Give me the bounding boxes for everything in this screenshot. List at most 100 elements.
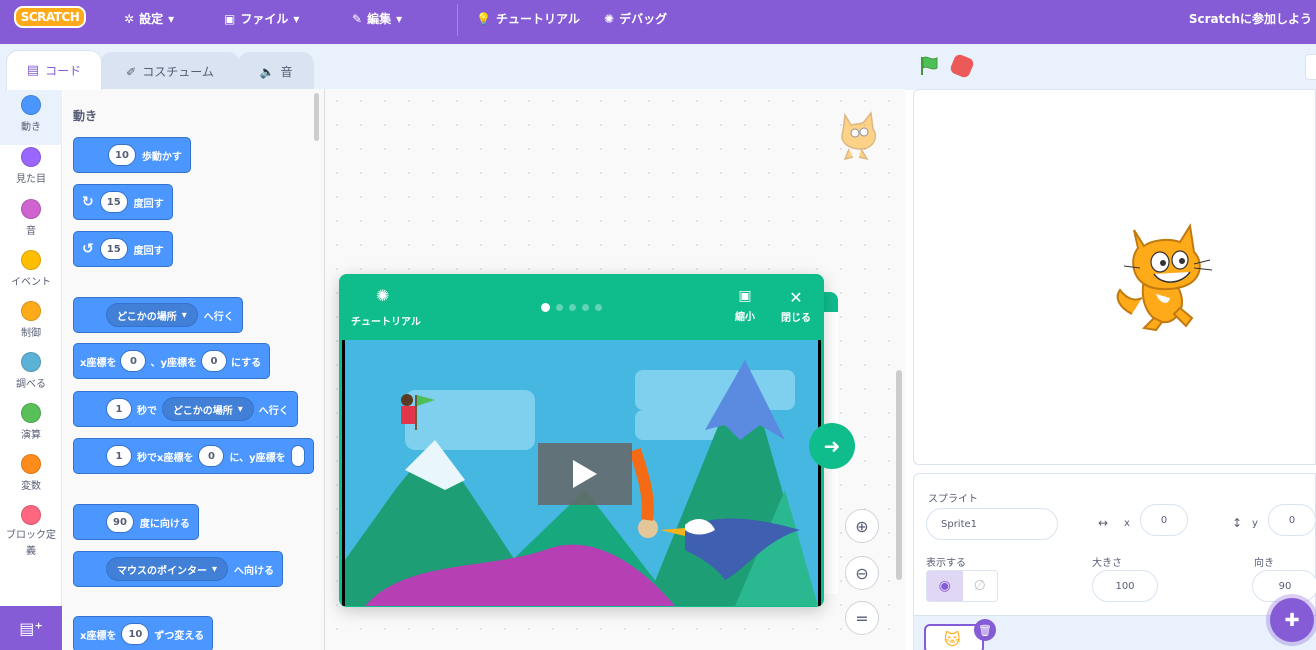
sound-category-dot bbox=[21, 199, 41, 219]
chevron-down-icon: ▾ bbox=[212, 563, 218, 575]
dropdown-value: どこかの場所 bbox=[117, 311, 177, 323]
category-label: 調べる bbox=[16, 379, 46, 390]
block-input[interactable]: 0 bbox=[198, 445, 225, 467]
file-menu[interactable]: ▣ ファイル ▾ bbox=[224, 10, 299, 27]
block-input[interactable]: 0 bbox=[200, 350, 227, 372]
block-input[interactable]: 0 bbox=[120, 350, 147, 372]
join-scratch-link[interactable]: Scratchに参加しよう bbox=[1189, 10, 1312, 27]
block-dropdown[interactable]: マウスのポインター ▾ bbox=[106, 557, 229, 581]
scratch-logo[interactable]: SCRATCH bbox=[14, 6, 86, 28]
menu-bar: SCRATCH ✲ 設定 ▾ ▣ ファイル ▾ ✎ 編集 ▾ 💡 チュートリアル… bbox=[0, 0, 1316, 44]
block-point-towards[interactable]: マウスのポインター ▾ へ向ける bbox=[73, 551, 284, 587]
block-input[interactable]: 15 bbox=[99, 191, 128, 213]
block-text: 歩動かす bbox=[141, 151, 182, 163]
tutorial-label[interactable]: チュートリアル bbox=[351, 313, 421, 328]
category-label: ブロック定義 bbox=[6, 530, 56, 557]
eye-icon: ◉ bbox=[938, 578, 951, 594]
block-input[interactable]: 10 bbox=[121, 623, 150, 645]
close-label: 閉じる bbox=[781, 313, 811, 324]
workspace-scrollbar[interactable] bbox=[896, 370, 902, 580]
choose-sprite-button[interactable]: ✚ bbox=[1270, 598, 1314, 642]
zoom-out-button[interactable]: ⊖ bbox=[845, 556, 879, 590]
category-my-blocks[interactable]: ブロック定義 bbox=[0, 505, 62, 560]
tab-sounds[interactable]: 🔈 音 bbox=[238, 52, 314, 90]
events-category-dot bbox=[21, 250, 41, 270]
block-move-steps[interactable]: 10 歩動かす bbox=[73, 137, 191, 173]
category-control[interactable]: 制御 bbox=[0, 301, 62, 339]
debug-menu[interactable]: ✺ デバッグ bbox=[604, 10, 667, 27]
edit-menu[interactable]: ✎ 編集 ▾ bbox=[352, 10, 402, 27]
step-dot[interactable] bbox=[541, 303, 550, 312]
zoom-in-button[interactable]: ⊕ bbox=[845, 509, 879, 543]
block-point-in-direction[interactable]: 90 度に向ける bbox=[73, 504, 199, 540]
x-input[interactable]: 0 bbox=[1140, 504, 1188, 536]
zoom-in-icon: ⊕ bbox=[855, 516, 869, 536]
block-input[interactable]: 10 bbox=[108, 144, 136, 166]
category-looks[interactable]: 見た目 bbox=[0, 147, 62, 185]
cat-plus-icon: ✚ bbox=[1284, 609, 1300, 631]
delete-sprite-button[interactable]: 🗑 bbox=[974, 619, 996, 641]
bug-icon: ✺ bbox=[604, 11, 615, 26]
show-sprite-button[interactable]: ◉ bbox=[927, 571, 963, 601]
shrink-button[interactable]: ▣ 縮小 bbox=[735, 288, 755, 323]
add-extension-button[interactable]: ▤⁺ bbox=[0, 606, 62, 650]
category-label: 変数 bbox=[21, 481, 41, 492]
category-operators[interactable]: 演算 bbox=[0, 403, 62, 441]
block-input[interactable]: 1 bbox=[106, 445, 132, 467]
stage-size-button[interactable] bbox=[1305, 54, 1316, 80]
category-sensing[interactable]: 調べる bbox=[0, 352, 62, 390]
block-turn-right[interactable]: ↻ 15 度回す bbox=[73, 184, 173, 220]
stage-canvas[interactable] bbox=[913, 89, 1316, 465]
sprite-list: 🐱 🗑 ✚ bbox=[913, 598, 1316, 650]
category-events[interactable]: イベント bbox=[0, 250, 62, 288]
step-dot[interactable] bbox=[582, 304, 589, 311]
block-text: ずつ変える bbox=[154, 630, 205, 642]
close-button[interactable]: ✕ 閉じる bbox=[781, 288, 811, 324]
green-flag-icon[interactable] bbox=[919, 55, 941, 77]
block-input[interactable]: 90 bbox=[106, 511, 134, 533]
block-dropdown[interactable]: どこかの場所 ▾ bbox=[106, 303, 198, 327]
tab-costumes[interactable]: ✐ コスチューム bbox=[100, 52, 240, 90]
size-label: 大きさ bbox=[1092, 558, 1122, 569]
block-glide-to-xy[interactable]: 1 秒でx座標を 0 に、y座標を bbox=[73, 438, 314, 474]
tutorials-menu[interactable]: 💡 チュートリアル bbox=[476, 10, 580, 27]
step-dot[interactable] bbox=[569, 304, 576, 311]
tutorial-next-button[interactable]: ➜ bbox=[809, 423, 855, 469]
block-turn-left[interactable]: ↺ 15 度回す bbox=[73, 231, 173, 267]
category-motion[interactable]: 動き bbox=[0, 89, 62, 145]
visibility-toggle: ◉ ∅ bbox=[926, 570, 998, 602]
size-input[interactable]: 100 bbox=[1092, 570, 1158, 602]
zoom-reset-button[interactable]: = bbox=[845, 601, 879, 635]
category-variables[interactable]: 変数 bbox=[0, 454, 62, 492]
tab-code[interactable]: ▤ コード bbox=[6, 50, 102, 90]
settings-menu[interactable]: ✲ 設定 ▾ bbox=[124, 10, 174, 27]
block-dropdown[interactable]: どこかの場所 ▾ bbox=[162, 397, 254, 421]
block-text: へ行く bbox=[203, 311, 234, 323]
palette-section-title: 動き bbox=[73, 109, 98, 123]
hide-sprite-button[interactable]: ∅ bbox=[963, 571, 998, 601]
block-glide-to[interactable]: 1 秒で どこかの場所 ▾ へ行く bbox=[73, 391, 298, 427]
tab-sounds-label: 音 bbox=[280, 65, 293, 79]
block-change-x[interactable]: x座標を 10 ずつ変える bbox=[73, 616, 214, 650]
vertical-arrows-icon: ↕ bbox=[1232, 516, 1243, 530]
zoom-reset-icon: = bbox=[855, 608, 869, 628]
menu-divider bbox=[457, 4, 458, 36]
sprite-name-input[interactable]: Sprite1 bbox=[926, 508, 1058, 540]
block-input[interactable]: 1 bbox=[106, 398, 132, 420]
palette-scrollbar[interactable] bbox=[314, 93, 319, 141]
step-dot[interactable] bbox=[595, 304, 602, 311]
tutorial-video[interactable] bbox=[342, 340, 821, 606]
direction-input[interactable]: 90 bbox=[1252, 570, 1316, 602]
category-sound[interactable]: 音 bbox=[0, 199, 62, 237]
y-input[interactable]: 0 bbox=[1268, 504, 1316, 536]
block-go-to[interactable]: どこかの場所 ▾ へ行く bbox=[73, 297, 243, 333]
stop-sign-icon[interactable] bbox=[948, 52, 976, 80]
category-label: 演算 bbox=[21, 430, 41, 441]
block-input[interactable] bbox=[290, 445, 305, 467]
block-input[interactable]: 15 bbox=[99, 238, 128, 260]
sprite-cat[interactable] bbox=[1110, 218, 1220, 338]
block-text: 秒で bbox=[137, 405, 157, 417]
block-go-to-xy[interactable]: x座標を 0 、y座標を 0 にする bbox=[73, 343, 271, 379]
step-dot[interactable] bbox=[556, 304, 563, 311]
y-label: y bbox=[1252, 518, 1258, 529]
